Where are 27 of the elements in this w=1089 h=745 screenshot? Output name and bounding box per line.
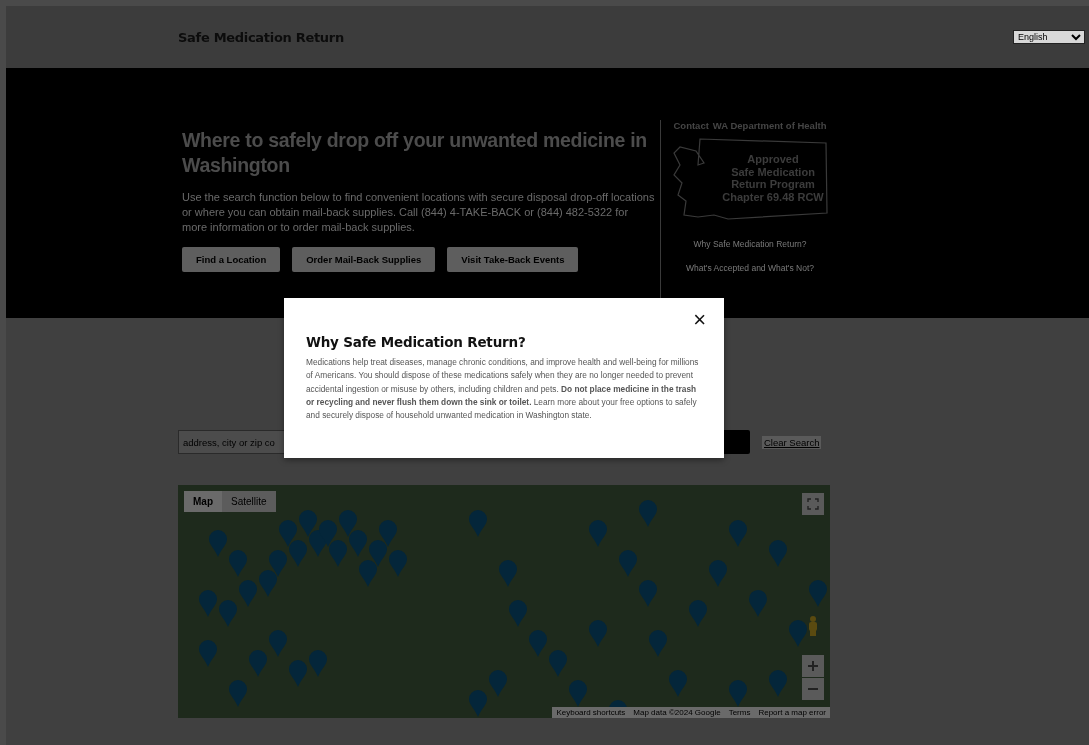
map-footer-link[interactable]: Keyboard shortcuts — [556, 708, 626, 717]
action-button[interactable]: Order Mail-Back Supplies — [292, 247, 436, 272]
contact-link[interactable]: WA Department of Health — [712, 120, 827, 131]
language-select[interactable]: English — [1013, 30, 1085, 44]
info-link[interactable]: What's Accepted and What's Not? — [686, 263, 814, 273]
fullscreen-button[interactable] — [802, 493, 824, 515]
program-badge-text: Approved Safe Medication Return Program Chapter 69.48 RCW — [721, 153, 825, 203]
plus-icon — [807, 660, 819, 672]
map-footer-link[interactable]: Map data ©2024 Google — [633, 708, 721, 717]
contact-label: Contact — [673, 120, 709, 131]
map-type-tab[interactable]: Map — [184, 491, 222, 512]
page-heading: Where to safely drop off your unwanted medicine in Washington — [182, 128, 648, 178]
dialog-text: Medications help treat diseases, manage chronic conditions, and improve health and well-being for millions of Americans. You should dispose of these medications safely when they are no longer needed to prevent accidental ingestion or misuse by others, including children and pets. Do not place medicine in the trash or recycling and never flush them down the sink or toilet. Learn more about your free options to safely and securely dispose of household unwanted medication in Washington state. — [306, 356, 700, 423]
action-button[interactable]: Find a Location — [182, 247, 281, 272]
map-type-tab[interactable]: Satellite — [222, 491, 276, 512]
map-footer-link[interactable]: Report a map error — [758, 708, 826, 717]
map-footer-link[interactable]: Terms — [728, 708, 751, 717]
action-button[interactable]: Visit Take-Back Events — [447, 247, 579, 272]
zoom-in-button[interactable] — [802, 655, 824, 677]
close-button[interactable]: × — [693, 310, 706, 330]
fullscreen-icon — [807, 498, 819, 510]
intro-text: Use the search function below to find convenient locations with secure disposal drop-off locations or where you can obtain mail-back supplies. Call (844) 4-TAKE-BACK or (844) 482-5322 for more information or to order mail-back supplies. — [182, 190, 656, 235]
map-placeholder[interactable]: Map Satellite Keyboard shortcuts Map data ©2024 Google Terms Report a map error — [178, 485, 830, 718]
info-link[interactable]: Why Safe Medication Return? — [693, 239, 807, 249]
zoom-out-button[interactable] — [802, 678, 824, 700]
dialog-title: Why Safe Medication Return? — [306, 334, 527, 350]
clear-search-link[interactable]: Clear Search — [762, 435, 822, 449]
